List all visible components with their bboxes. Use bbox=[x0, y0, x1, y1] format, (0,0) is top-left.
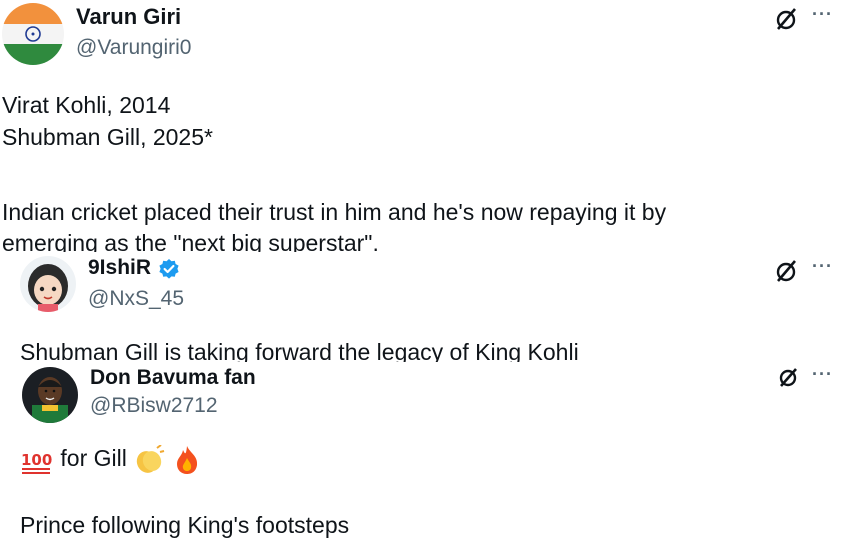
tweet-text-line: Shubman Gill, 2025* bbox=[2, 124, 213, 150]
cartoon-girl-avatar bbox=[20, 256, 76, 312]
avatar[interactable] bbox=[20, 256, 76, 312]
author-handle[interactable]: @NxS_45 bbox=[88, 287, 184, 311]
grok-icon[interactable] bbox=[774, 258, 798, 284]
author-name[interactable]: Don Bavuma fan bbox=[90, 366, 256, 390]
grok-icon[interactable] bbox=[774, 6, 798, 32]
avatar[interactable] bbox=[2, 3, 64, 65]
india-flag-avatar bbox=[2, 3, 64, 65]
verified-badge-icon bbox=[159, 259, 179, 279]
tweet-text-fragment: for Gill bbox=[60, 445, 127, 471]
hundred-points-emoji: 100 bbox=[21, 451, 52, 474]
avatar[interactable] bbox=[22, 367, 78, 423]
author-handle[interactable]: @RBisw2712 bbox=[90, 394, 218, 418]
svg-text:100: 100 bbox=[21, 451, 52, 469]
tweet-card[interactable]: Varun Giri @Varungiri0 ··· Virat Kohli, … bbox=[0, 0, 864, 258]
more-options-icon[interactable]: ··· bbox=[812, 4, 833, 25]
author-name[interactable]: 9IshiR bbox=[88, 256, 151, 280]
clapping-hands-emoji bbox=[137, 444, 165, 473]
more-options-icon[interactable]: ··· bbox=[812, 364, 833, 385]
cricketer-avatar bbox=[22, 367, 78, 423]
tweet-text-line: 100 for Gill bbox=[20, 442, 202, 475]
author-name[interactable]: Varun Giri bbox=[76, 4, 181, 30]
grok-icon[interactable] bbox=[776, 366, 800, 388]
tweet-text-line: Indian cricket placed their trust in him… bbox=[2, 199, 667, 225]
fire-emoji bbox=[176, 445, 197, 474]
tweet-text-line: Prince following King's footsteps bbox=[20, 512, 350, 538]
author-handle[interactable]: @Varungiri0 bbox=[76, 36, 191, 60]
more-options-icon[interactable]: ··· bbox=[812, 256, 833, 277]
tweet-text-line: Virat Kohli, 2014 bbox=[2, 92, 171, 118]
